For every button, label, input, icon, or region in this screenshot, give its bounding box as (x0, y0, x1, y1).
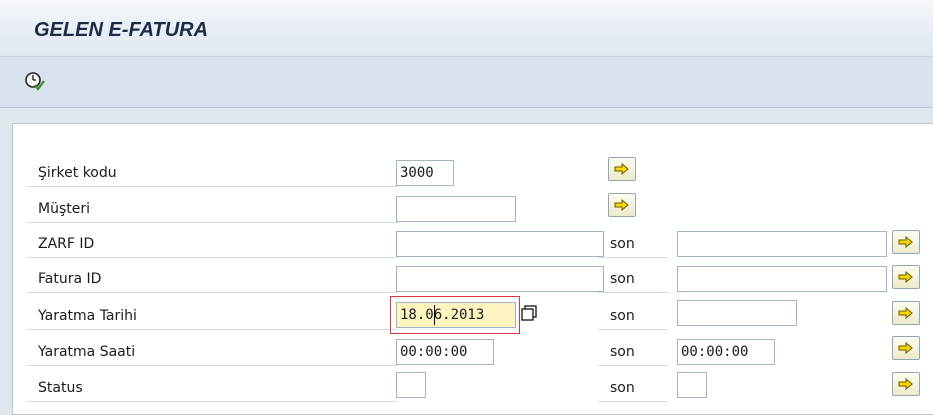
creation-time-from-input[interactable]: 00:00:00 (396, 339, 494, 365)
status-to-input[interactable] (677, 372, 707, 398)
status-multiple-selection-button[interactable] (892, 372, 920, 396)
envelope-id-to-input[interactable] (677, 231, 887, 257)
arrow-right-icon (898, 271, 913, 283)
label-envelope-id: ZARF ID (26, 230, 398, 258)
arrow-right-icon (614, 163, 629, 175)
creation-date-to-input[interactable] (677, 300, 797, 326)
calendar-picker-button[interactable] (520, 304, 538, 322)
arrow-right-icon (898, 378, 913, 390)
label-creation-date: Yaratma Tarihi (26, 302, 398, 330)
calendar-icon (521, 305, 537, 321)
company-code-multiple-selection-button[interactable] (608, 157, 636, 181)
execute-clock-check-icon (25, 72, 45, 91)
label-invoice-id: Fatura ID (26, 265, 398, 293)
title-bar: GELEN E-FATURA (0, 0, 933, 57)
page-title: GELEN E-FATURA (34, 19, 209, 41)
arrow-right-icon (614, 199, 629, 211)
envelope-id-from-input[interactable] (396, 231, 604, 257)
creation-date-from-input[interactable]: 18.06.2013 (396, 302, 516, 328)
creation-time-multiple-selection-button[interactable] (892, 336, 920, 360)
execute-button[interactable] (22, 69, 48, 93)
range-to-label: son (598, 302, 668, 330)
label-creation-time: Yaratma Saati (26, 338, 398, 366)
range-to-label: son (598, 265, 668, 293)
label-status: Status (26, 374, 398, 402)
envelope-id-multiple-selection-button[interactable] (892, 230, 920, 254)
invoice-id-from-input[interactable] (396, 266, 604, 292)
company-code-input[interactable]: 3000 (396, 160, 454, 186)
customer-input[interactable] (396, 196, 516, 222)
status-from-input[interactable] (396, 372, 426, 398)
arrow-right-icon (898, 307, 913, 319)
creation-date-multiple-selection-button[interactable] (892, 301, 920, 325)
arrow-right-icon (898, 236, 913, 248)
customer-multiple-selection-button[interactable] (608, 193, 636, 217)
invoice-id-multiple-selection-button[interactable] (892, 265, 920, 289)
creation-time-to-input[interactable]: 00:00:00 (677, 339, 775, 365)
text-cursor (434, 305, 435, 325)
label-customer: Müşteri (26, 195, 398, 223)
label-company-code: Şirket kodu (26, 159, 398, 187)
invoice-id-to-input[interactable] (677, 266, 887, 292)
arrow-right-icon (898, 342, 913, 354)
range-to-label: son (598, 338, 668, 366)
range-to-label: son (598, 374, 668, 402)
application-toolbar (0, 57, 933, 108)
range-to-label: son (598, 230, 668, 258)
